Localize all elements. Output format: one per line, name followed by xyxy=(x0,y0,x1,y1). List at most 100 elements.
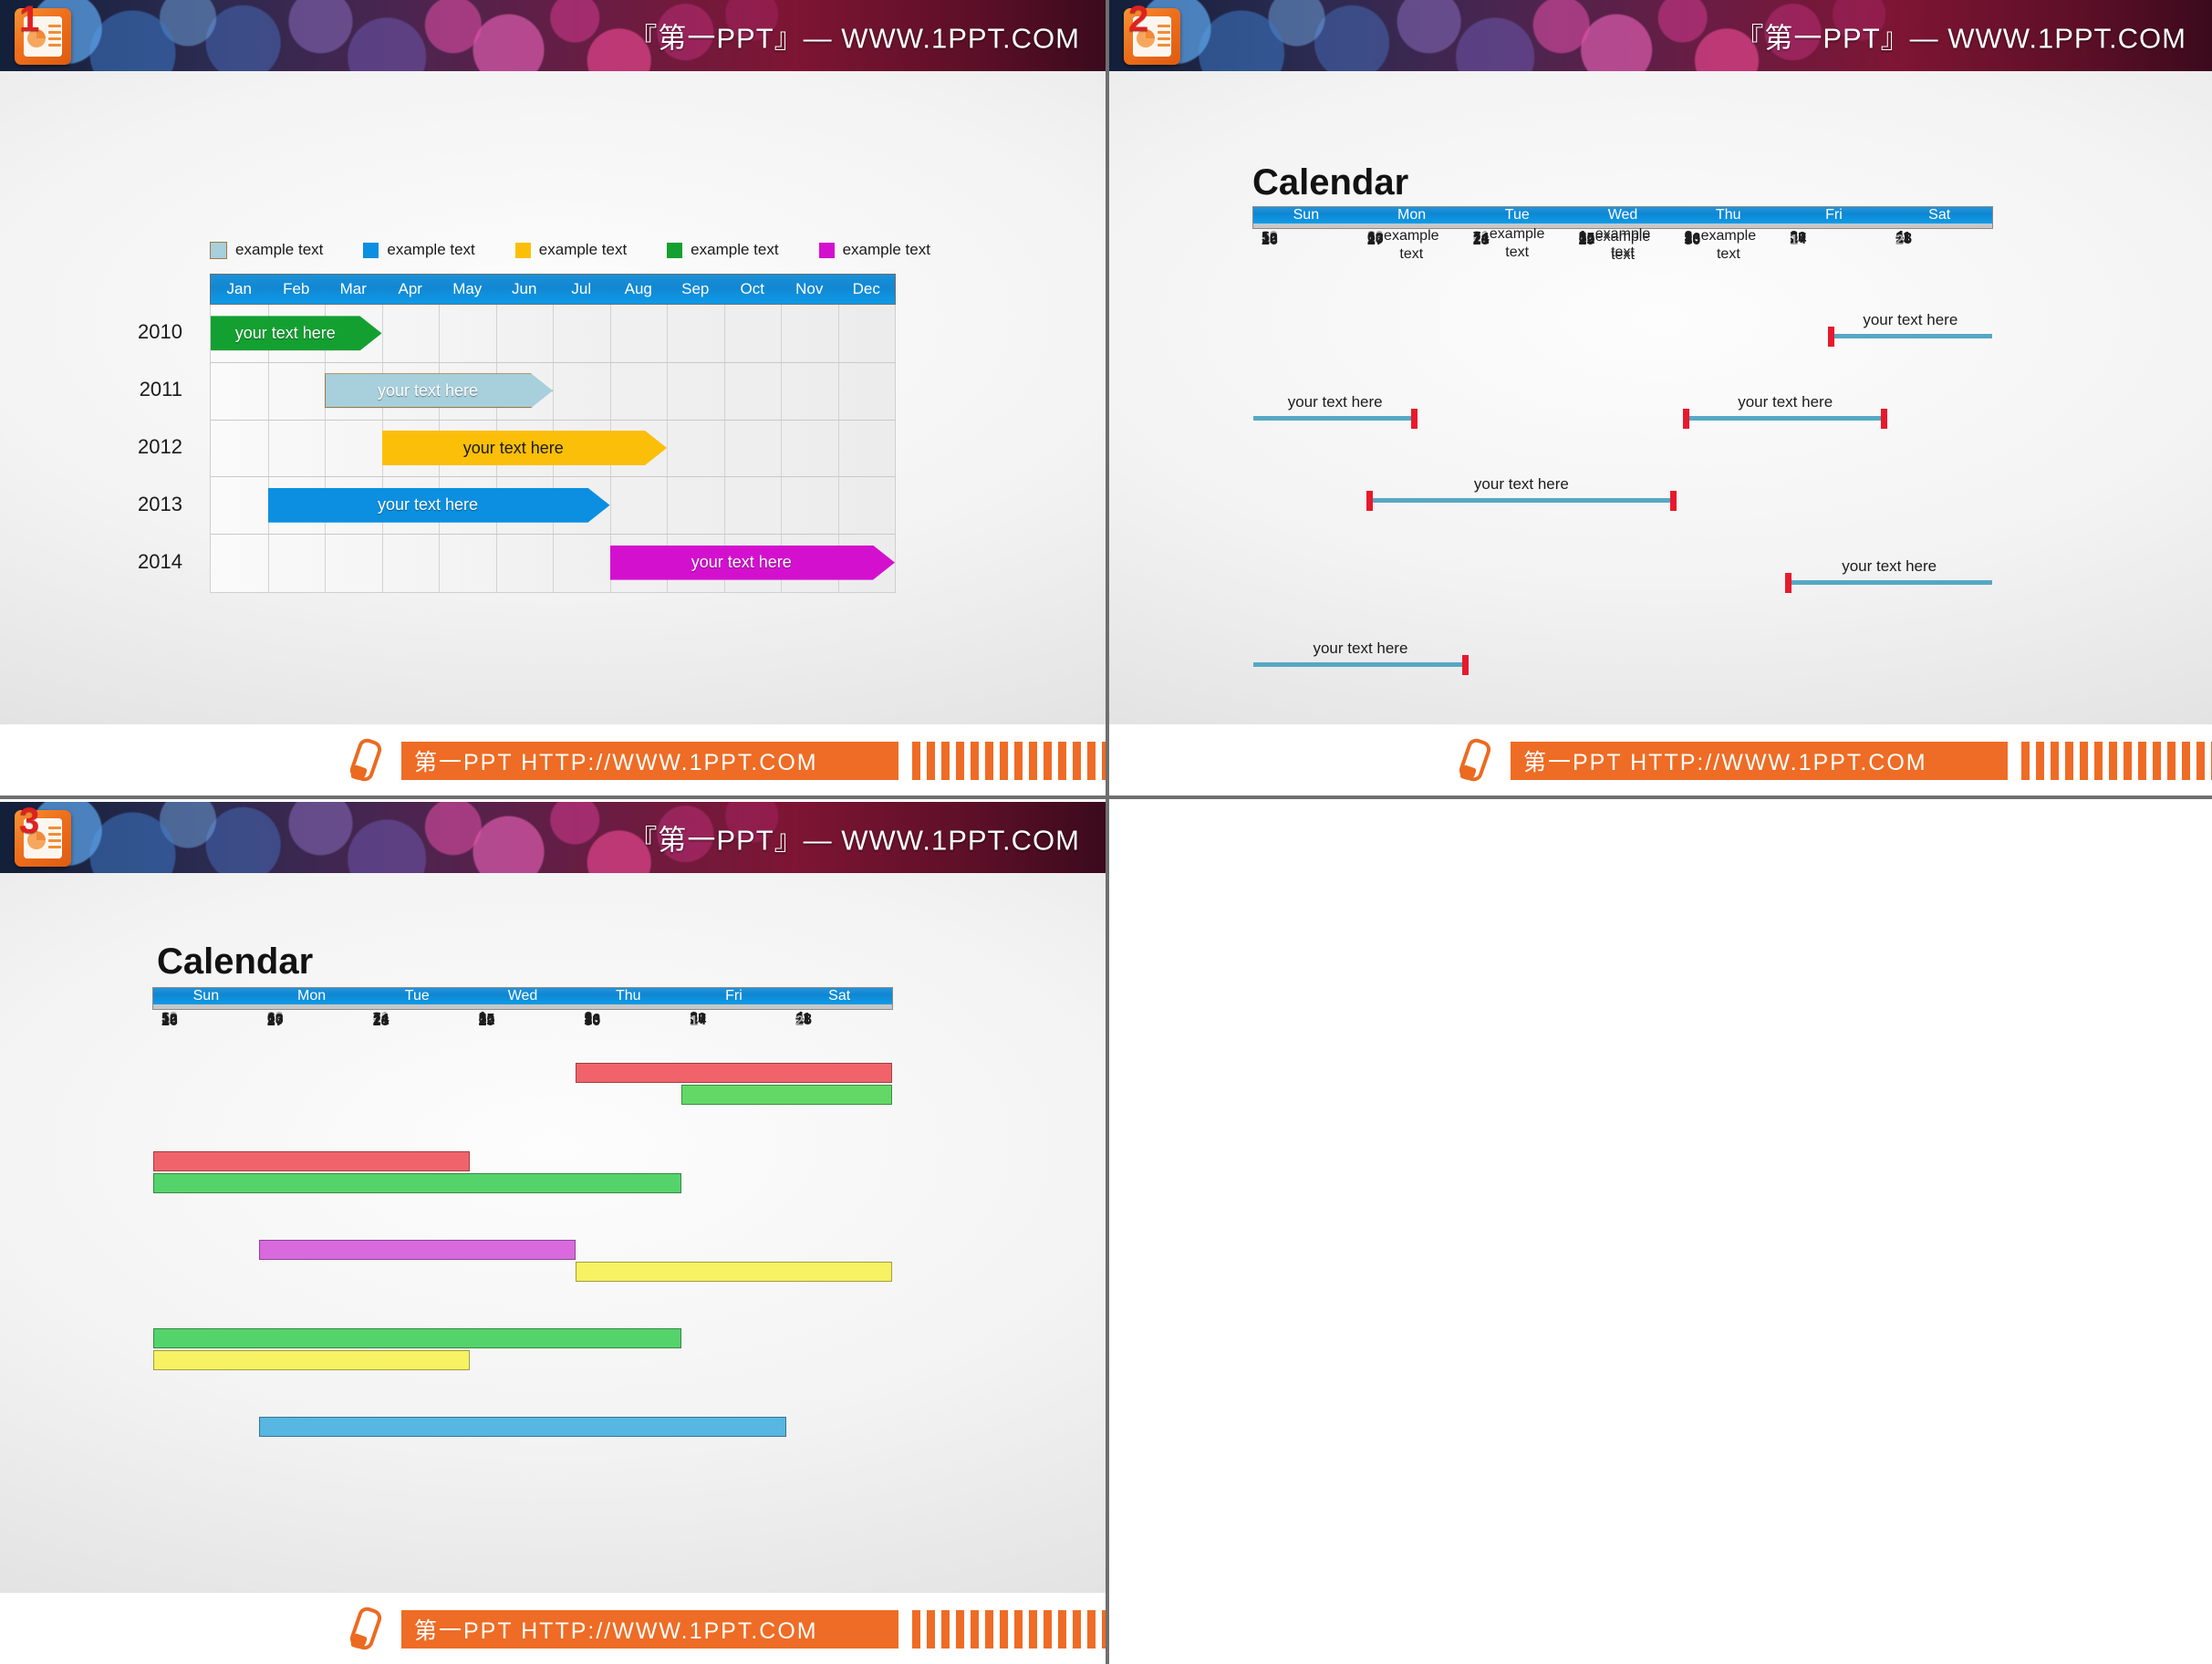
calendar-week-row: 26 27 28 29 example text 30 1 2 xyxy=(1253,227,1992,263)
calendar-event-bar[interactable] xyxy=(153,1328,681,1348)
calendar-weekday-cell: Sun xyxy=(192,988,220,1004)
footer-tick xyxy=(2094,742,2103,780)
calendar-timeline-bar[interactable] xyxy=(1828,334,1992,338)
calendar-2: Sun Mon Tue Wed Thu Fri Sat 29 30 31 1 2 3 4 5 6 7 exampl… xyxy=(1252,206,1993,675)
calendar-timeline-bar[interactable] xyxy=(1684,416,1887,421)
calendar-weekday-cell: Mon xyxy=(1397,207,1427,223)
gantt-bar[interactable]: your text here xyxy=(325,373,553,408)
gantt-bar-label: your text here xyxy=(234,323,336,342)
legend-swatch xyxy=(514,242,531,258)
footer-ticks-2 xyxy=(2021,742,2212,780)
footer-tick xyxy=(912,1610,920,1648)
gantt-year-label: 2011 xyxy=(139,378,182,401)
calendar-timeline-bar[interactable] xyxy=(1366,498,1676,503)
footer-ticks-1 xyxy=(912,742,1106,780)
banner-title-3: 『第一PPT』— WWW.1PPT.COM xyxy=(628,824,1080,857)
pencil-icon-3 xyxy=(347,1605,384,1652)
footer-tick xyxy=(2167,742,2176,780)
legend-swatch xyxy=(818,242,835,258)
gantt-month-cell: May xyxy=(452,280,483,297)
footer-tick xyxy=(956,1610,964,1648)
footer-tick xyxy=(1029,742,1037,780)
calendar-event-bar[interactable] xyxy=(680,1085,892,1105)
slide-sheet: 1 『第一PPT』— WWW.1PPT.COM example text exam… xyxy=(0,0,2212,1664)
calendar-weekday-cell: Thu xyxy=(1715,207,1741,223)
calendar-weekday-cell: Sun xyxy=(1293,207,1320,223)
calendar-weekday-cell: Sat xyxy=(828,988,851,1004)
gantt-gridline-h xyxy=(211,419,895,421)
footer-ticks-3 xyxy=(912,1610,1106,1648)
footer-tick xyxy=(941,1610,950,1648)
calendar-timeline-end-marker xyxy=(1461,655,1469,675)
footer-tick xyxy=(941,742,950,780)
gantt-bar[interactable]: your text here xyxy=(610,546,896,580)
legend-item: example text xyxy=(514,241,627,259)
calendar-weekday-cell: Tue xyxy=(404,988,430,1004)
legend-item: example text xyxy=(363,241,475,259)
calendar-event-bar[interactable] xyxy=(258,1240,576,1260)
calendar-weekday-header: Sun Mon Tue Wed Thu Fri Sat xyxy=(1253,207,1992,224)
panel-2-banner: 2 『第一PPT』— WWW.1PPT.COM xyxy=(1109,0,2212,71)
footer-tick xyxy=(985,1610,993,1648)
footer-tick xyxy=(2138,742,2146,780)
empty-panel-4 xyxy=(1109,799,2212,1664)
panel-3-body: Calendar Sun Mon Tue Wed Thu Fri Sat 29 30 31 1 2 3 4… xyxy=(0,873,1106,1593)
calendar-event-bar[interactable] xyxy=(575,1262,892,1282)
footer-tick xyxy=(1000,1610,1008,1648)
calendar-timeline-label: your text here xyxy=(1842,557,1937,575)
footer-tick xyxy=(2036,742,2044,780)
footer-tick xyxy=(1087,742,1096,780)
calendar-day-note: example text xyxy=(1594,229,1651,263)
footer-tick xyxy=(912,742,920,780)
gantt-bar[interactable]: your text here xyxy=(382,431,668,465)
calendar-timeline-label: your text here xyxy=(1738,393,1833,411)
footer-tick xyxy=(971,1610,979,1648)
calendar-timeline-label: your text here xyxy=(1863,311,1958,328)
calendar-weekday-cell: Sat xyxy=(1928,207,1951,223)
badge-number-1: 1 xyxy=(19,0,40,39)
gantt-bar[interactable]: your text here xyxy=(268,488,610,523)
banner-title-1: 『第一PPT』— WWW.1PPT.COM xyxy=(628,22,1080,55)
calendar-timeline-bar[interactable] xyxy=(1786,580,1992,585)
badge-number-3: 3 xyxy=(19,802,40,841)
footer-tick xyxy=(2080,742,2088,780)
calendar-timeline-bar[interactable] xyxy=(1253,662,1468,667)
calendar-weekday-cell: Fri xyxy=(1825,207,1843,223)
calendar-timeline-start-marker xyxy=(1785,573,1792,593)
pencil-icon-2 xyxy=(1456,736,1493,784)
calendar-day-number: 30 xyxy=(584,1014,601,1029)
calendar-event-bar[interactable] xyxy=(153,1173,681,1193)
footer-tick xyxy=(1014,742,1023,780)
calendar-day-number: 26 xyxy=(1262,233,1278,248)
footer-url-text-1: 第一PPT HTTP://WWW.1PPT.COM xyxy=(414,750,818,775)
footer-tick xyxy=(2051,742,2059,780)
calendar-event-bar[interactable] xyxy=(575,1063,892,1083)
footer-tick xyxy=(1058,1610,1066,1648)
legend-item: example text xyxy=(210,241,323,259)
gantt-month-cell: Mar xyxy=(339,280,367,297)
calendar-event-bar[interactable] xyxy=(258,1417,787,1437)
panel-2-footer: 第一PPT HTTP://WWW.1PPT.COM xyxy=(1109,724,2212,796)
calendar-event-bar[interactable] xyxy=(153,1350,471,1370)
footer-tick xyxy=(1000,742,1008,780)
calendar-weekday-cell: Wed xyxy=(507,988,538,1004)
calendar-event-bar[interactable] xyxy=(153,1151,471,1171)
calendar-day-number: 1 xyxy=(1790,233,1799,248)
gantt-grid: your text here your text here your text he… xyxy=(210,305,896,593)
footer-url-bar-3: 第一PPT HTTP://WWW.1PPT.COM xyxy=(401,1610,898,1648)
panel-1-footer: 第一PPT HTTP://WWW.1PPT.COM xyxy=(0,724,1106,796)
calendar-day-number: 27 xyxy=(266,1014,284,1029)
gantt-month-cell: Jul xyxy=(571,280,592,297)
footer-url-text-3: 第一PPT HTTP://WWW.1PPT.COM xyxy=(414,1618,818,1644)
footer-tick xyxy=(956,742,964,780)
gantt-gridline-h xyxy=(211,476,895,478)
gantt-gridline-h xyxy=(211,534,895,536)
calendar-timeline-label: your text here xyxy=(1287,393,1383,411)
gantt-bar[interactable]: your text here xyxy=(211,316,382,350)
calendar-title-3: Calendar xyxy=(157,941,314,982)
calendar-timeline-bar[interactable] xyxy=(1253,416,1418,421)
footer-tick xyxy=(2065,742,2073,780)
calendar-weekday-cell: Fri xyxy=(725,988,743,1004)
legend-label: example text xyxy=(842,241,930,258)
calendar-day-number: 2 xyxy=(1895,233,1905,248)
